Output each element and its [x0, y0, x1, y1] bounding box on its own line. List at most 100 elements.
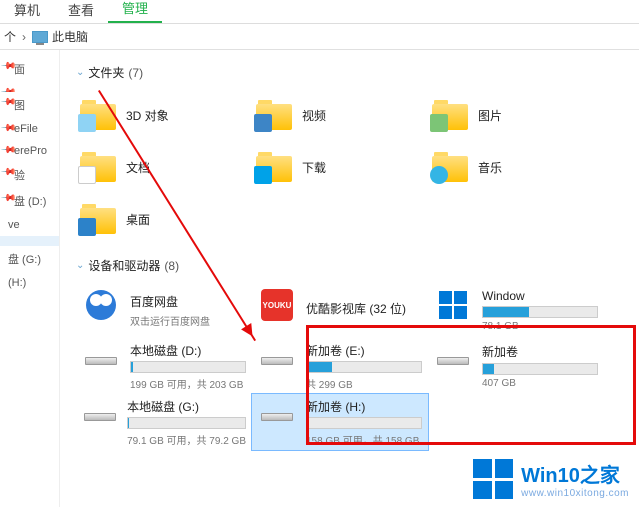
this-pc-icon — [32, 31, 48, 43]
sidebar-item[interactable]: 📌eFile — [0, 118, 59, 140]
folder-label: 3D 对象 — [126, 107, 169, 124]
ribbon-tabs: 算机 查看 管理 — [0, 0, 639, 24]
disk-icon — [84, 413, 116, 421]
drive-subtitle: 双击运行百度网盘 — [130, 313, 246, 328]
folder-item[interactable]: 视频 — [252, 89, 428, 141]
drive-title: 百度网盘 — [130, 293, 246, 310]
drive-title: 新加卷 (E:) — [306, 342, 422, 358]
watermark-title: Win10之家 — [521, 459, 629, 488]
folder-icon — [80, 204, 116, 234]
folder-label: 下载 — [302, 159, 326, 176]
folder-item[interactable]: 3D 对象 — [76, 89, 252, 141]
drive-title: Window — [482, 289, 598, 303]
sidebar-item[interactable]: 📌验 — [0, 162, 59, 188]
sidebar-item[interactable]: 📌erePro — [0, 140, 59, 162]
folder-icon — [432, 152, 468, 182]
group-title-folders: 文件夹 — [88, 64, 124, 81]
drive-title: 优酷影视库 (32 位) — [306, 300, 422, 317]
breadcrumb-up[interactable]: 个 — [4, 28, 16, 45]
breadcrumb[interactable]: 个 › 此电脑 — [0, 24, 639, 50]
drive-item[interactable]: YOUKU 优酷影视库 (32 位) — [252, 282, 428, 338]
drive-title: 本地磁盘 (D:) — [130, 342, 246, 358]
chevron-down-icon: ⌄ — [76, 67, 84, 78]
folder-item[interactable]: 下载 — [252, 141, 428, 193]
sidebar-item-label: erePro — [14, 145, 47, 157]
sidebar-item[interactable]: 📌盘 (D:) — [0, 188, 59, 214]
sidebar-item-label: 盘 (G:) — [8, 254, 41, 266]
folder-label: 图片 — [478, 107, 502, 124]
disk-icon — [261, 357, 293, 365]
chevron-down-icon: ⌄ — [76, 260, 84, 271]
folder-icon — [80, 100, 116, 130]
folder-label: 视频 — [302, 107, 326, 124]
drive-subtitle: 407 GB — [482, 378, 598, 389]
folder-item[interactable]: 文档 — [76, 141, 252, 193]
windows-logo-icon — [473, 459, 513, 499]
tab-manage[interactable]: 管理 — [108, 0, 162, 23]
drive-capacity-bar — [482, 363, 598, 375]
drive-item[interactable]: 本地磁盘 (D:) 199 GB 可用，共 203 GB — [76, 338, 252, 394]
group-title-devices: 设备和驱动器 — [88, 257, 160, 274]
drive-item[interactable]: 新加卷 407 GB — [428, 338, 604, 394]
folder-label: 桌面 — [126, 211, 150, 228]
folder-item[interactable]: 桌面 — [76, 193, 252, 245]
breadcrumb-sep: › — [22, 30, 26, 44]
drive-subtitle: 78.1 GB — [482, 321, 598, 332]
baidu-icon — [86, 290, 116, 320]
drive-capacity-bar — [306, 361, 422, 373]
windows-icon — [439, 291, 467, 319]
folders-grid: 3D 对象 视频 图片文档 下载 音乐桌面 — [76, 89, 629, 245]
drive-capacity-bar — [127, 417, 246, 429]
folder-icon — [80, 152, 116, 182]
drive-title: 新加卷 — [482, 343, 598, 360]
folder-label: 文档 — [126, 159, 150, 176]
watermark-url: www.win10xitong.com — [521, 488, 629, 499]
folder-icon — [432, 100, 468, 130]
group-header-devices[interactable]: ⌄ 设备和驱动器 (8) — [76, 257, 629, 274]
disk-icon — [261, 413, 293, 421]
group-count-folders: (7) — [128, 66, 143, 80]
folder-icon — [256, 152, 292, 182]
drive-item[interactable]: 新加卷 (E:) 共 299 GB — [252, 338, 428, 394]
sidebar-item[interactable]: 📌图 — [0, 92, 59, 118]
drive-subtitle: 79.1 GB 可用，共 79.2 GB — [127, 432, 246, 446]
content-pane: ⌄ 文件夹 (7) 3D 对象 视频 图片文档 下载 音乐桌面 ⌄ 设备和驱动器 (8)… — [60, 50, 639, 507]
drive-item[interactable]: 新加卷 (H:)158 GB 可用，共 158 GB — [252, 394, 428, 450]
drive-subtitle: 158 GB 可用，共 158 GB — [306, 432, 422, 446]
sidebar-item[interactable]: (H:) — [0, 272, 59, 294]
pin-icon: 📌 — [0, 84, 17, 92]
sidebar-item-label: (H:) — [8, 277, 26, 289]
disk-icon — [437, 357, 469, 365]
drive-capacity-bar — [482, 306, 598, 318]
tab-computer[interactable]: 算机 — [0, 0, 54, 23]
sidebar-item[interactable]: 📌 — [0, 82, 59, 92]
sidebar-item-label: eFile — [14, 123, 38, 135]
sidebar-item-label: ve — [8, 219, 20, 231]
drive-title: 本地磁盘 (G:) — [127, 398, 246, 414]
sidebar-item[interactable]: 盘 (G:) — [0, 246, 59, 272]
sidebar-item-label: 盘 (D:) — [14, 196, 46, 208]
sidebar-item[interactable] — [0, 236, 59, 246]
drive-item[interactable]: 百度网盘双击运行百度网盘 — [76, 282, 252, 338]
drive-subtitle: 共 299 GB — [306, 376, 422, 390]
folder-item[interactable]: 图片 — [428, 89, 604, 141]
drive-capacity-bar — [130, 361, 246, 373]
group-header-folders[interactable]: ⌄ 文件夹 (7) — [76, 64, 629, 81]
youku-icon: YOUKU — [261, 289, 293, 321]
drives-grid: 百度网盘双击运行百度网盘 YOUKU 优酷影视库 (32 位) Window 78.1 … — [76, 282, 629, 450]
folder-label: 音乐 — [478, 159, 502, 176]
disk-icon — [85, 357, 117, 365]
drive-item[interactable]: 本地磁盘 (G:) 79.1 GB 可用，共 79.2 GB — [76, 394, 252, 450]
folder-item[interactable]: 音乐 — [428, 141, 604, 193]
group-count-devices: (8) — [164, 259, 179, 273]
drive-item[interactable]: Window 78.1 GB — [428, 282, 604, 338]
sidebar-item[interactable]: 📌面 — [0, 56, 59, 82]
drive-subtitle: 199 GB 可用，共 203 GB — [130, 376, 246, 390]
breadcrumb-location[interactable]: 此电脑 — [52, 28, 88, 45]
sidebar-item[interactable]: ve — [0, 214, 59, 236]
drive-capacity-bar — [306, 417, 422, 429]
folder-icon — [256, 100, 292, 130]
watermark: Win10之家 www.win10xitong.com — [473, 459, 629, 499]
tab-view[interactable]: 查看 — [54, 0, 108, 23]
sidebar: 📌面 📌📌图📌eFile📌erePro📌验📌盘 (D:) ve 盘 (G:) (H:) — [0, 50, 60, 507]
